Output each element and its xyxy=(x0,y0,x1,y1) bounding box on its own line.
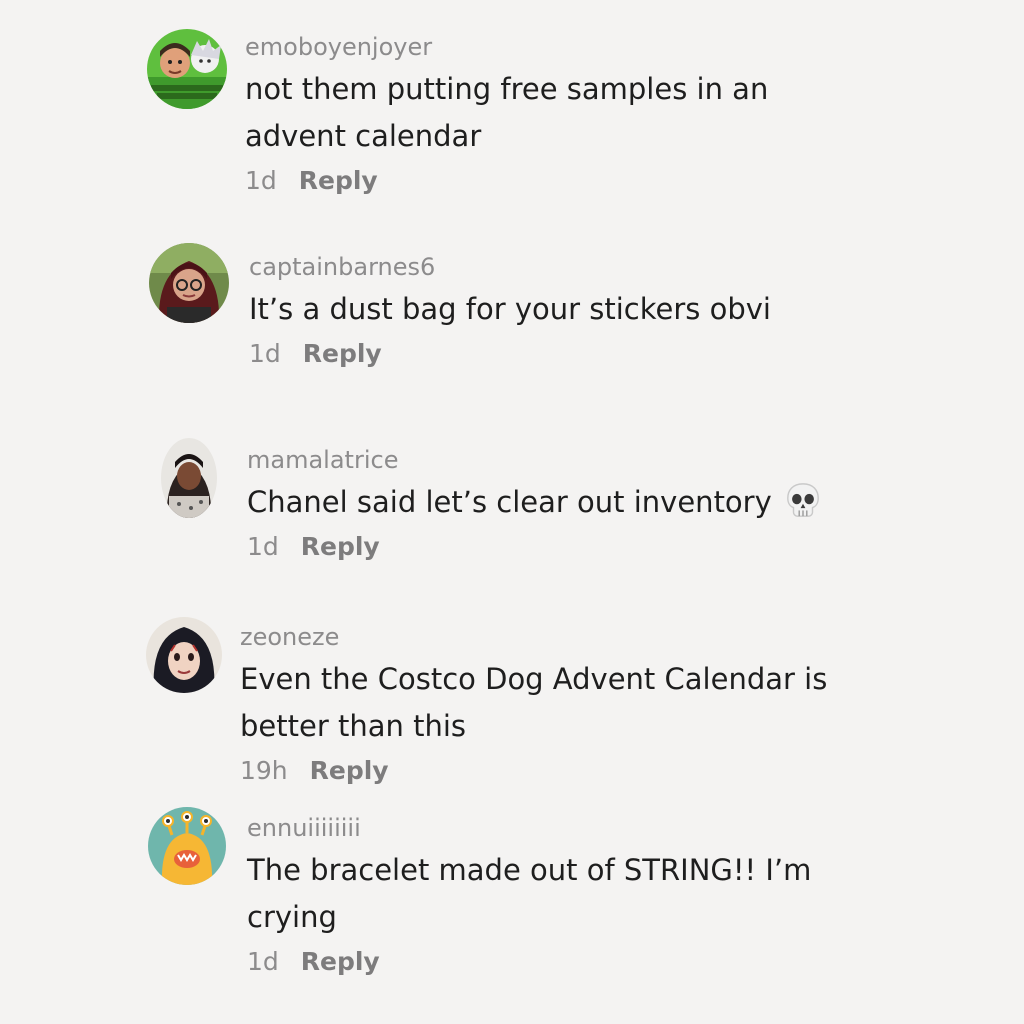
comment-timestamp: 19h xyxy=(240,756,288,785)
comment-timestamp: 1d xyxy=(249,339,281,368)
reply-button[interactable]: Reply xyxy=(310,754,389,788)
avatar[interactable] xyxy=(147,29,227,109)
comment-text: The bracelet made out of STRING!! I’m cr… xyxy=(247,853,812,934)
comment-meta: 1d Reply xyxy=(247,945,904,979)
user-photo-icon xyxy=(161,438,217,518)
avatar[interactable] xyxy=(148,807,226,885)
comment-meta: 19h Reply xyxy=(240,754,904,788)
comment-username[interactable]: mamalatrice xyxy=(247,445,904,475)
comment-username[interactable]: emoboyenjoyer xyxy=(245,32,904,62)
reply-button[interactable]: Reply xyxy=(301,945,380,979)
comment-username[interactable]: ennuiiiiiiii xyxy=(247,813,904,843)
comment-timestamp: 1d xyxy=(245,166,277,195)
comment-text: not them putting free samples in an adve… xyxy=(245,72,769,153)
comment-username[interactable]: captainbarnes6 xyxy=(249,252,904,282)
comment-text: It’s a dust bag for your stickers obvi xyxy=(249,292,771,326)
comment-username[interactable]: zeoneze xyxy=(240,622,904,652)
comments-screen: emoboyenjoyer not them putting free samp… xyxy=(0,0,1024,1024)
reply-button[interactable]: Reply xyxy=(301,530,380,564)
comment-text: Chanel said let’s clear out inventory xyxy=(247,479,927,526)
monster-avatar-icon xyxy=(148,807,226,885)
comment-meta: 1d Reply xyxy=(245,164,904,198)
avatar[interactable] xyxy=(146,617,222,693)
user-photo-icon xyxy=(149,243,229,323)
comment-timestamp: 1d xyxy=(247,947,279,976)
reply-button[interactable]: Reply xyxy=(303,337,382,371)
avatar[interactable] xyxy=(149,243,229,323)
comment-timestamp: 1d xyxy=(247,532,279,561)
avatar[interactable] xyxy=(161,438,217,518)
comment-text: Even the Costco Dog Advent Calendar is b… xyxy=(240,662,828,743)
comment-text-content: Chanel said let’s clear out inventory xyxy=(247,485,772,519)
reply-button[interactable]: Reply xyxy=(299,164,378,198)
user-photo-icon xyxy=(146,617,222,693)
user-photo-icon xyxy=(147,29,227,109)
skull-emoji-icon xyxy=(784,481,822,519)
comment-meta: 1d Reply xyxy=(249,337,904,371)
comment-meta: 1d Reply xyxy=(247,530,904,564)
